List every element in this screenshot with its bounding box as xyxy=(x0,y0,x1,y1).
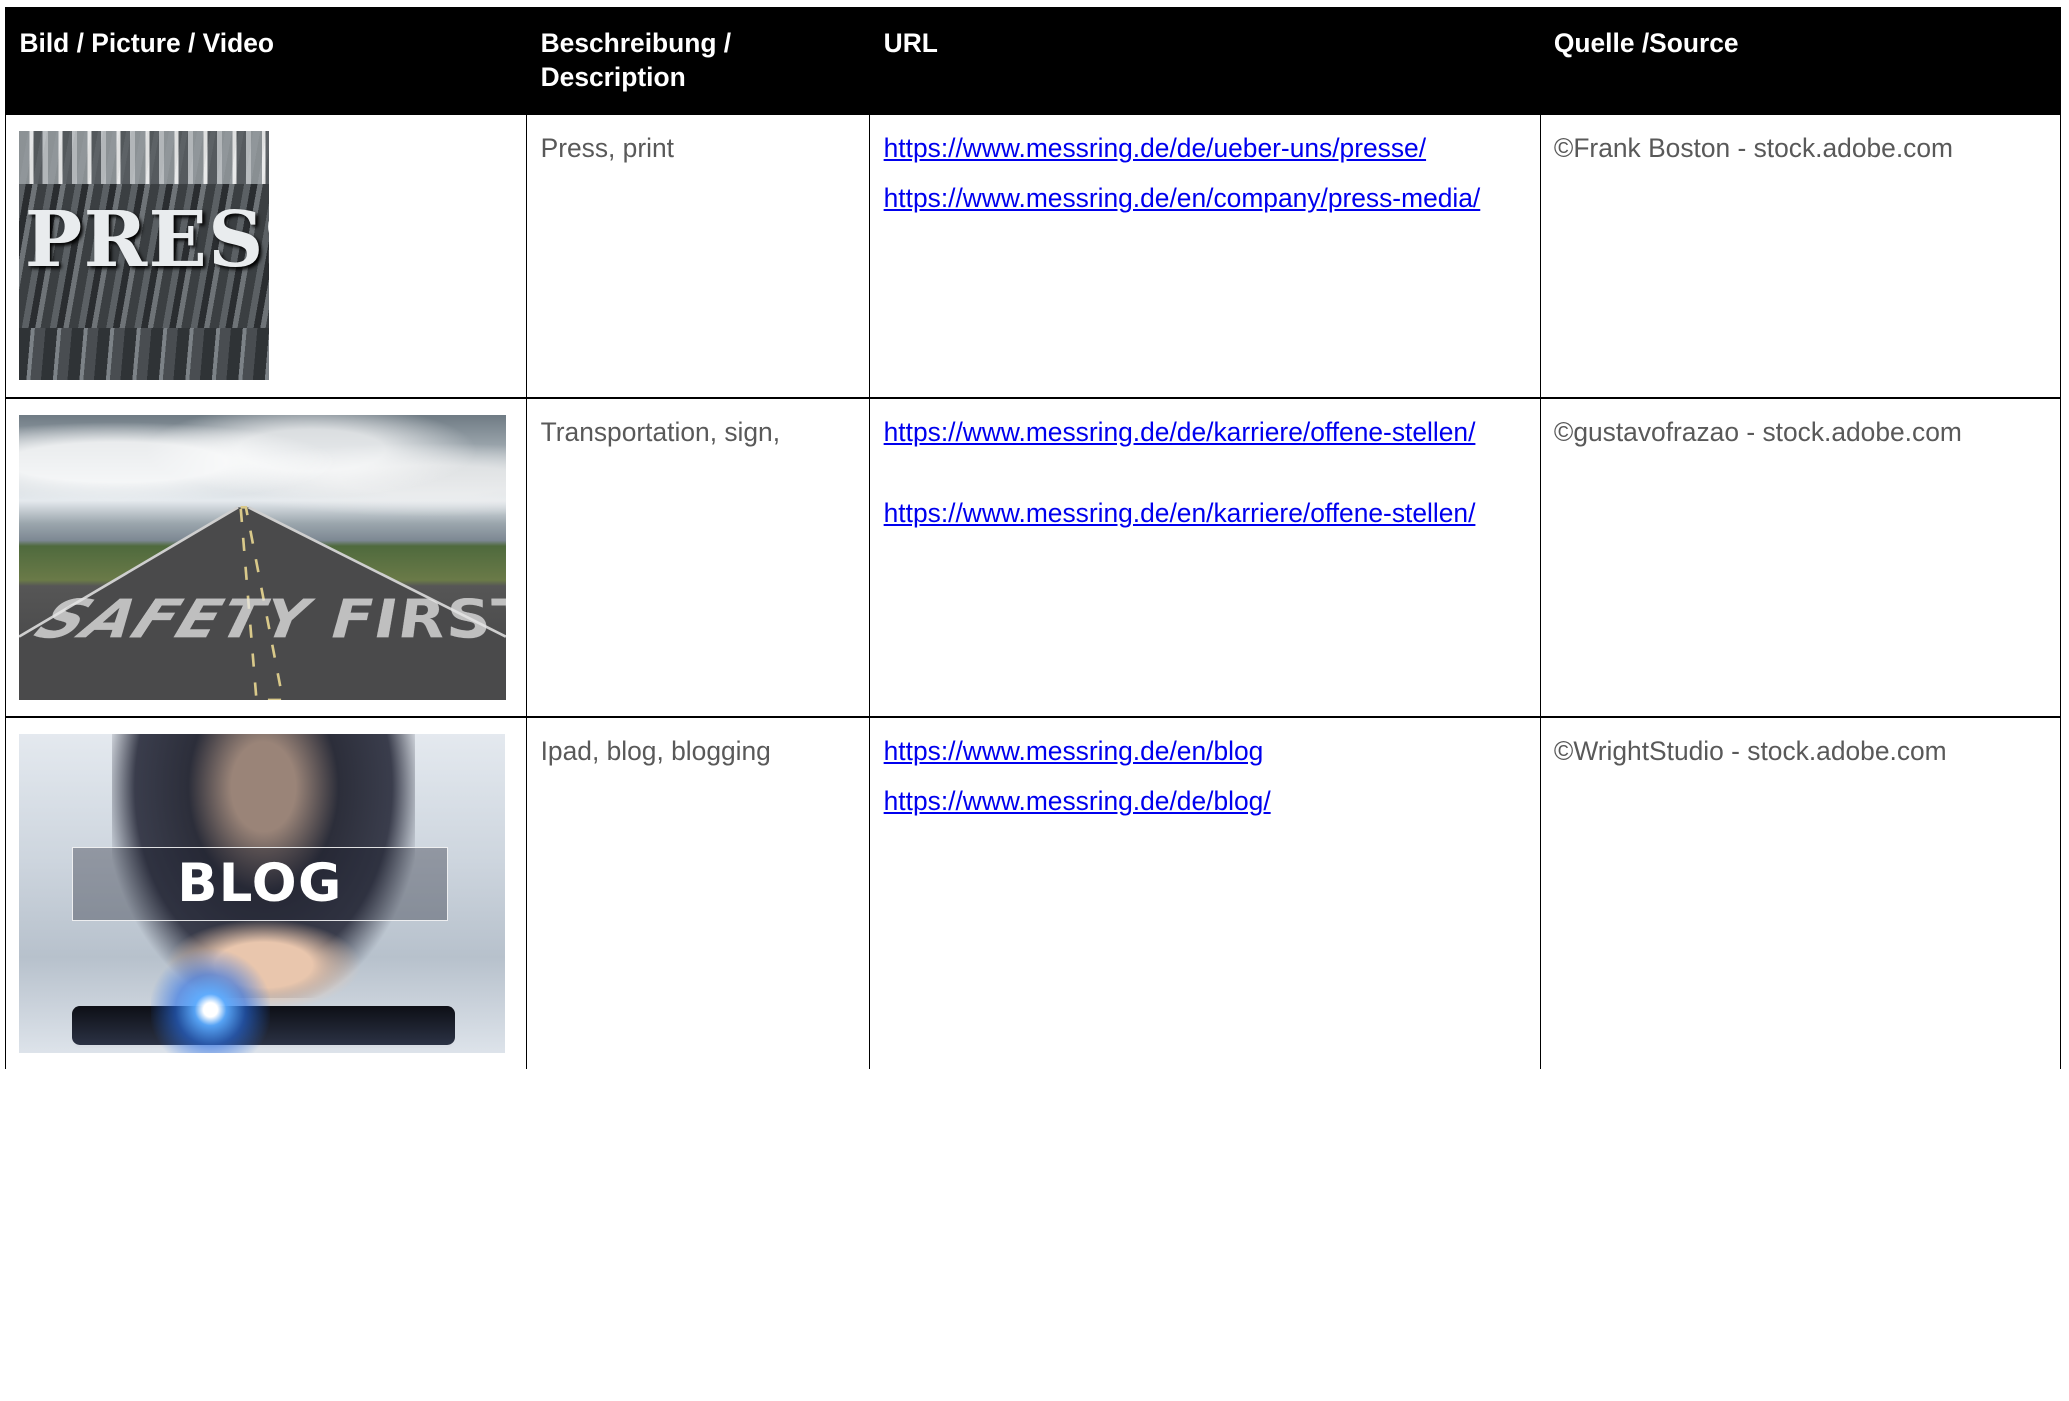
header-source: Quelle /Source xyxy=(1539,6,2061,115)
url-link[interactable]: https://www.messring.de/en/blog xyxy=(884,736,1264,766)
road-image-text: SAFETY FIRST xyxy=(21,589,507,652)
source-text: ©WrightStudio - stock.adobe.com xyxy=(1553,735,1947,766)
cell-source: ©Frank Boston - stock.adobe.com xyxy=(1539,113,2061,399)
url-line: https://www.messring.de/de/ueber-uns/pre… xyxy=(884,131,1527,165)
header-url: URL xyxy=(869,6,1541,115)
description-text: Transportation, sign, xyxy=(540,416,781,447)
source-text: ©gustavofrazao - stock.adobe.com xyxy=(1553,416,1962,447)
blog-label-box: BLOG xyxy=(72,847,448,921)
header-description: Beschreibung / Description xyxy=(526,6,871,115)
cell-picture: BLOG xyxy=(5,716,528,1069)
press-image-text: PRESS xyxy=(24,195,269,286)
source-text: ©Frank Boston - stock.adobe.com xyxy=(1553,132,1954,163)
description-text: Ipad, blog, blogging xyxy=(540,735,771,766)
cell-url: https://www.messring.de/de/ueber-uns/pre… xyxy=(869,113,1541,399)
blog-image: BLOG xyxy=(19,733,505,1054)
cell-description: Ipad, blog, blogging xyxy=(526,716,871,1069)
road-image: SAFETY FIRST xyxy=(19,414,507,700)
image-credits-table: Bild / Picture / Video Beschreibung / De… xyxy=(5,6,2061,1069)
url-line: https://www.messring.de/de/blog/ xyxy=(884,784,1527,818)
url-line: https://www.messring.de/en/blog xyxy=(884,734,1527,768)
blog-image-text: BLOG xyxy=(177,852,343,914)
letterpress-type-bottom xyxy=(19,327,269,381)
touch-glow xyxy=(151,944,271,1054)
header-picture: Bild / Picture / Video xyxy=(5,6,528,115)
cell-description: Transportation, sign, xyxy=(526,396,871,718)
letterpress-type-top xyxy=(19,130,269,184)
cell-source: ©gustavofrazao - stock.adobe.com xyxy=(1539,396,2061,718)
press-image: PRESS xyxy=(19,130,269,381)
table-row-blog: BLOG Ipad, blog, blogging https://www.me… xyxy=(5,716,2061,1069)
url-link[interactable]: https://www.messring.de/de/blog/ xyxy=(884,786,1271,816)
road-graphic xyxy=(19,505,507,700)
cell-picture: PRESS xyxy=(5,113,528,399)
url-link[interactable]: https://www.messring.de/en/karriere/offe… xyxy=(884,498,1476,528)
document-page: Bild / Picture / Video Beschreibung / De… xyxy=(0,0,2069,1401)
table-header-row: Bild / Picture / Video Beschreibung / De… xyxy=(5,6,2061,115)
cell-url: https://www.messring.de/de/karriere/offe… xyxy=(869,396,1541,718)
cell-picture: SAFETY FIRST xyxy=(5,396,528,718)
table-row-press: PRESS Press, print https://www.messring.… xyxy=(5,113,2061,399)
url-link[interactable]: https://www.messring.de/de/karriere/offe… xyxy=(884,417,1476,447)
table-row-safety: SAFETY FIRST Transportation, sign, https… xyxy=(5,396,2061,718)
url-line: https://www.messring.de/en/karriere/offe… xyxy=(884,496,1527,530)
cell-source: ©WrightStudio - stock.adobe.com xyxy=(1539,716,2061,1069)
description-text: Press, print xyxy=(540,132,674,163)
cell-description: Press, print xyxy=(526,113,871,399)
url-line: https://www.messring.de/de/karriere/offe… xyxy=(884,415,1527,449)
cell-url: https://www.messring.de/en/blog https://… xyxy=(869,716,1541,1069)
url-link[interactable]: https://www.messring.de/de/ueber-uns/pre… xyxy=(884,133,1426,163)
url-link[interactable]: https://www.messring.de/en/company/press… xyxy=(884,183,1481,213)
url-line: https://www.messring.de/en/company/press… xyxy=(884,181,1527,215)
